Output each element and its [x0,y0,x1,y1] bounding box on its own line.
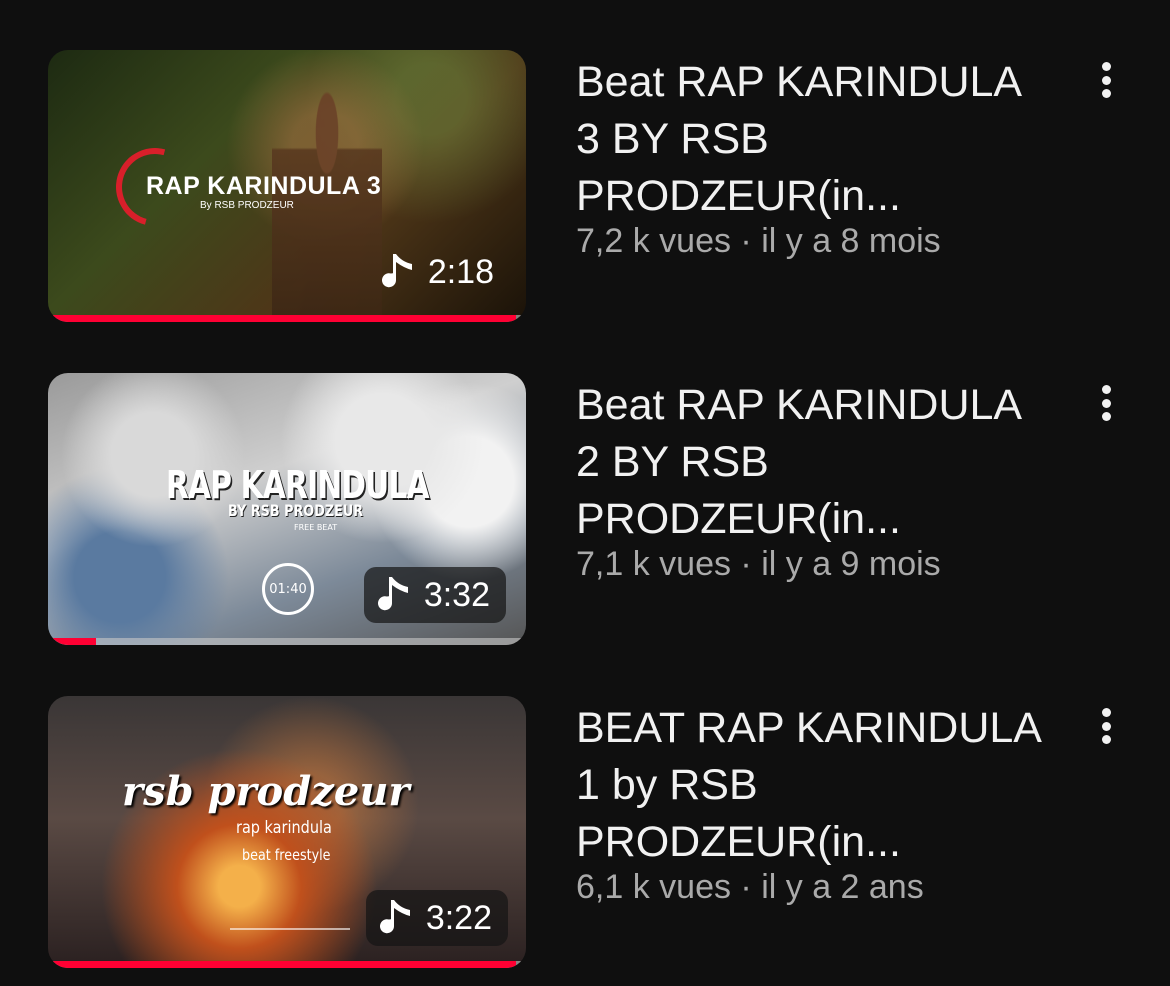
thumbnail-title: rsb prodzeur [122,768,410,815]
video-stats: 7,2 k vues · il y a 8 mois [576,222,941,260]
video-thumbnail[interactable]: RAP KARINDULA 3 By RSB PRODZEUR 2:18 [48,50,526,322]
video-item[interactable]: RAP KARINDULA 3 By RSB PRODZEUR 2:18 Bea… [0,50,1170,322]
watch-progress-bar [48,315,526,322]
video-stats: 6,1 k vues · il y a 2 ans [576,868,924,906]
video-title[interactable]: Beat RAP KARINDULA 3 BY RSB PRODZEUR(in.… [576,54,1046,225]
duration-text: 3:22 [425,898,492,937]
video-meta[interactable]: Beat RAP KARINDULA 3 BY RSB PRODZEUR(in.… [576,54,1046,261]
duration-badge: 2:18 [368,244,504,300]
thumbnail-caption: FREE BEAT [294,523,338,532]
watch-progress-fill [48,315,517,322]
more-vert-icon-dot [1101,735,1111,744]
music-note-icon [379,900,410,934]
more-vert-icon [1101,708,1111,717]
duration-text: 3:32 [423,575,490,614]
thumbnail-title: RAP KARINDULA 3 [146,172,382,200]
more-options-button[interactable] [1092,704,1120,748]
more-options-button[interactable] [1092,58,1120,102]
video-meta[interactable]: BEAT RAP KARINDULA 1 by RSB PRODZEUR(in.… [576,700,1046,907]
more-vert-icon-dot [1101,721,1111,731]
video-item[interactable]: RAP KARINDULA BY RSB PRODZEUR FREE BEAT … [0,373,1170,645]
more-vert-icon [1101,62,1111,71]
music-note-icon [381,254,412,288]
video-item[interactable]: rsb prodzeur rap karindula beat freestyl… [0,696,1170,968]
watch-progress-fill [48,961,517,968]
duration-text: 2:18 [427,252,494,291]
more-vert-icon-dot [1101,398,1111,408]
more-options-button[interactable] [1092,381,1120,425]
duration-badge: 3:32 [363,567,506,623]
video-meta[interactable]: Beat RAP KARINDULA 2 BY RSB PRODZEUR(in.… [576,377,1046,584]
video-title[interactable]: BEAT RAP KARINDULA 1 by RSB PRODZEUR(in.… [576,700,1046,871]
thumbnail-caption: beat freestyle [242,846,331,864]
more-vert-icon [1101,385,1111,394]
watch-progress-fill [48,638,96,645]
duration-badge: 3:22 [365,890,508,946]
thumbnail-divider [230,928,350,930]
more-vert-icon-dot [1101,412,1111,421]
video-title[interactable]: Beat RAP KARINDULA 2 BY RSB PRODZEUR(in.… [576,377,1046,548]
more-vert-icon-dot [1101,89,1111,98]
video-thumbnail[interactable]: RAP KARINDULA BY RSB PRODZEUR FREE BEAT … [48,373,526,645]
video-thumbnail[interactable]: rsb prodzeur rap karindula beat freestyl… [48,696,526,968]
watch-progress-bar [48,961,526,968]
thumbnail-subtitle: By RSB PRODZEUR [200,200,294,211]
video-stats: 7,1 k vues · il y a 9 mois [576,545,941,583]
thumbnail-subtitle: rap karindula [236,818,332,838]
thumbnail-timer: 01:40 [262,563,314,615]
watch-progress-bar [48,638,526,645]
music-note-icon [377,577,408,611]
more-vert-icon-dot [1101,75,1111,85]
thumbnail-subtitle: BY RSB PRODZEUR [228,501,364,520]
